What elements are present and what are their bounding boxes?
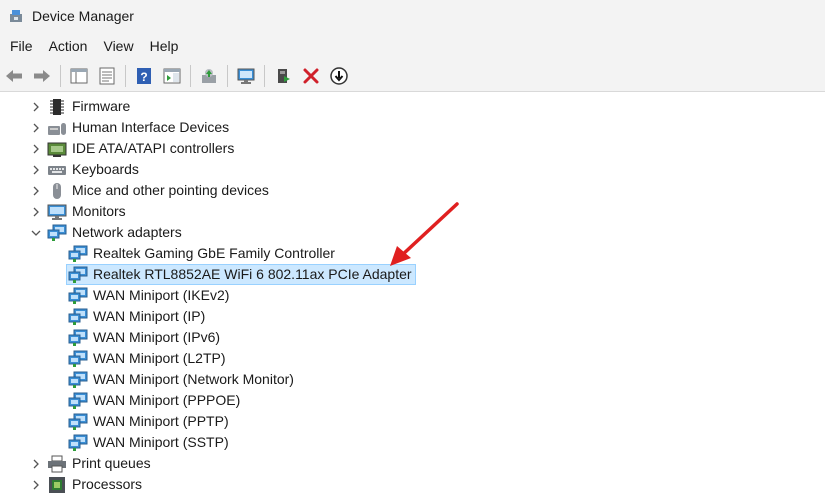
tree-device-label: WAN Miniport (IP) [93,308,206,324]
network-adapter-icon [68,371,88,389]
tree-device-wan-miniport-network-monitor[interactable]: WAN Miniport (Network Monitor) [0,369,825,390]
tree-category-label: Human Interface Devices [72,119,230,135]
tree-category-mice-and-other-pointing-devices[interactable]: Mice and other pointing devices [0,180,825,201]
menu-bar: File Action View Help [0,32,825,60]
tree-category-label: Processors [72,476,143,492]
chevron-right-icon[interactable] [30,101,42,113]
tree-category-label: Monitors [72,203,126,219]
tree-device-label: WAN Miniport (IPv6) [93,329,221,345]
toolbar-separator [227,64,228,87]
tree-category-ide-ata-atapi-controllers[interactable]: IDE ATA/ATAPI controllers [0,138,825,159]
tree-device-wan-miniport-ikev2[interactable]: WAN Miniport (IKEv2) [0,285,825,306]
network-adapter-icon [68,308,88,326]
device-tree: Firmware Human Interface Devices IDE ATA… [0,96,825,500]
tree-device-label: Realtek RTL8852AE WiFi 6 802.11ax PCIe A… [93,266,412,282]
tree-category-label: Mice and other pointing devices [72,182,269,198]
selection-highlight[interactable]: Realtek RTL8852AE WiFi 6 802.11ax PCIe A… [66,264,416,285]
toolbar: ? [0,60,825,92]
tree-device-realtek-wifi-adapter-selected[interactable]: Realtek RTL8852AE WiFi 6 802.11ax PCIe A… [0,264,825,285]
tree-category-label: Print queues [72,455,151,471]
tree-device-label: WAN Miniport (Network Monitor) [93,371,294,387]
processor-icon [47,476,67,494]
tree-device-label: WAN Miniport (SSTP) [93,434,229,450]
chevron-right-icon[interactable] [30,164,42,176]
tree-device-wan-miniport-l2tp[interactable]: WAN Miniport (L2TP) [0,348,825,369]
network-adapter-icon [68,434,88,452]
mouse-icon [47,182,67,200]
menu-view[interactable]: View [95,32,141,60]
printer-icon [47,455,67,473]
chevron-right-icon[interactable] [30,206,42,218]
tree-category-human-interface-devices[interactable]: Human Interface Devices [0,117,825,138]
tree-device-wan-miniport-ipv6[interactable]: WAN Miniport (IPv6) [0,327,825,348]
show-hide-tree-icon[interactable] [67,64,91,88]
tree-category-label: Keyboards [72,161,139,177]
enable-device-icon[interactable] [271,64,295,88]
menu-file[interactable]: File [0,32,41,60]
chevron-right-icon[interactable] [30,143,42,155]
tree-device-label: WAN Miniport (IKEv2) [93,287,230,303]
tree-category-monitors[interactable]: Monitors [0,201,825,222]
back-icon[interactable] [2,64,26,88]
tree-category-label: Firmware [72,98,131,114]
menu-help[interactable]: Help [142,32,187,60]
tree-category-keyboards[interactable]: Keyboards [0,159,825,180]
tree-device-label: Realtek Gaming GbE Family Controller [93,245,335,261]
keyboard-icon [47,161,67,179]
forward-icon[interactable] [30,64,54,88]
tree-category-firmware[interactable]: Firmware [0,96,825,117]
network-adapter-icon [68,266,88,284]
tree-device-wan-miniport-pptp[interactable]: WAN Miniport (PPTP) [0,411,825,432]
chevron-right-icon[interactable] [30,122,42,134]
tree-category-network-adapters[interactable]: Network adapters [0,222,825,243]
chevron-down-icon[interactable] [30,227,42,239]
tree-device-label: WAN Miniport (PPTP) [93,413,229,429]
disable-device-icon[interactable] [327,64,351,88]
tree-device-wan-miniport-pppoe[interactable]: WAN Miniport (PPPOE) [0,390,825,411]
device-manager-app-icon [8,8,24,24]
scan-hardware-icon[interactable] [234,64,258,88]
toolbar-separator [60,64,61,87]
monitor-icon [47,203,67,221]
tree-device-wan-miniport-ip[interactable]: WAN Miniport (IP) [0,306,825,327]
tree-device-wan-miniport-sstp[interactable]: WAN Miniport (SSTP) [0,432,825,453]
window-title: Device Manager [32,8,134,24]
tree-category-processors[interactable]: Processors [0,474,825,495]
network-adapter-icon [47,224,67,242]
tree-device-label: WAN Miniport (L2TP) [93,350,226,366]
help-icon[interactable]: ? [132,64,156,88]
toolbar-separator [125,64,126,87]
action-pane-icon[interactable] [160,64,184,88]
tree-category-label: IDE ATA/ATAPI controllers [72,140,235,156]
properties-icon[interactable] [95,64,119,88]
tree-category-print-queues[interactable]: Print queues [0,453,825,474]
toolbar-separator [190,64,191,87]
chip-icon [47,98,67,116]
svg-text:?: ? [140,70,147,84]
tree-device-realtek-gaming-gbe[interactable]: Realtek Gaming GbE Family Controller [0,243,825,264]
network-adapter-icon [68,287,88,305]
tree-device-label: WAN Miniport (PPPOE) [93,392,241,408]
network-adapter-icon [68,413,88,431]
tree-category-label: Network adapters [72,224,182,240]
hid-icon [47,119,67,137]
menu-action[interactable]: Action [41,32,96,60]
toolbar-separator [264,64,265,87]
update-driver-icon[interactable] [197,64,221,88]
title-bar: Device Manager [0,0,825,32]
chevron-right-icon[interactable] [30,458,42,470]
device-manager-window: Device Manager File Action View Help ? F… [0,0,825,500]
network-adapter-icon [68,392,88,410]
ide-icon [47,140,67,158]
network-adapter-icon [68,245,88,263]
network-adapter-icon [68,329,88,347]
chevron-right-icon[interactable] [30,185,42,197]
network-adapter-icon [68,350,88,368]
chevron-right-icon[interactable] [30,479,42,491]
uninstall-icon[interactable] [299,64,323,88]
